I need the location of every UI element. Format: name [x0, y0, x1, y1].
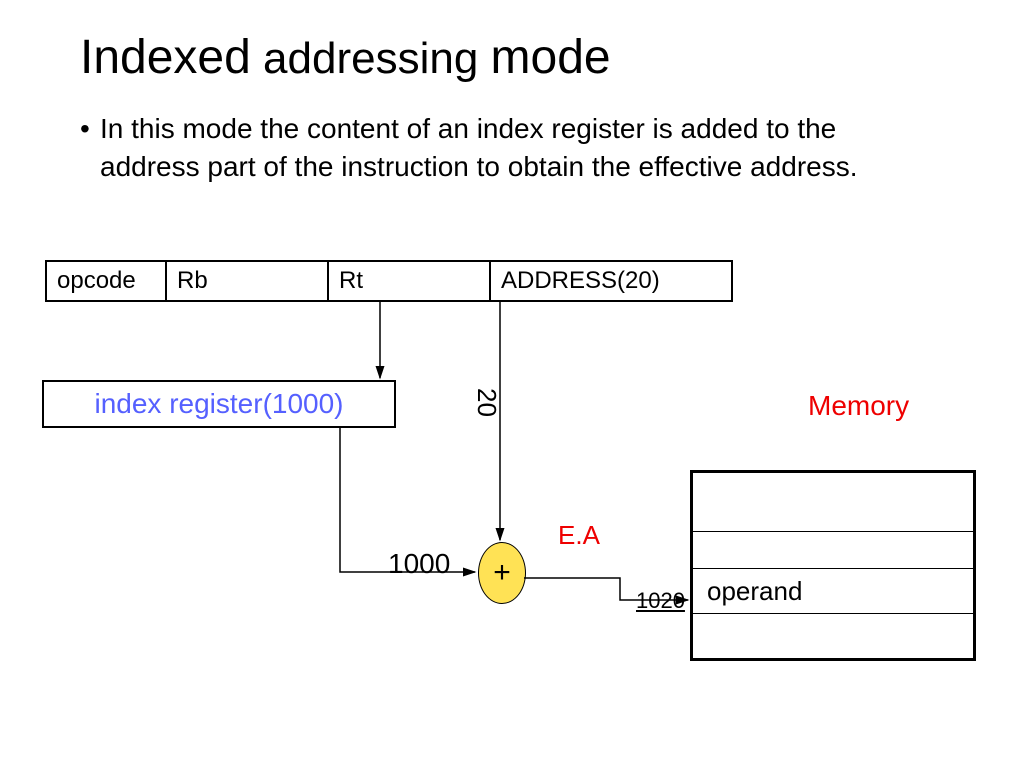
memory-row [693, 613, 973, 658]
label-index-value: 1000 [388, 548, 450, 580]
slide-title: Indexed addressing mode [80, 30, 611, 85]
memory-row-operand: operand [693, 568, 973, 613]
field-rt: Rt [329, 262, 491, 300]
field-opcode: opcode [47, 262, 167, 300]
memory-box: operand [690, 470, 976, 661]
memory-row [693, 473, 973, 531]
field-rb: Rb [167, 262, 329, 300]
memory-row [693, 531, 973, 568]
title-word-3: mode [491, 31, 611, 84]
label-effective-address: E.A [558, 520, 600, 551]
field-address: ADDRESS(20) [491, 262, 731, 300]
label-memory: Memory [808, 390, 909, 422]
label-address-value: 20 [471, 388, 502, 417]
description-bullet: In this mode the content of an index reg… [100, 110, 880, 186]
index-register-box: index register(1000) [42, 380, 396, 428]
label-result-address: 1020 [636, 588, 685, 614]
adder-node: + [478, 542, 526, 604]
instruction-format: opcode Rb Rt ADDRESS(20) [45, 260, 733, 302]
slide: Indexed addressing mode In this mode the… [0, 0, 1024, 768]
title-word-1: Indexed [80, 31, 251, 84]
title-word-2: addressing [263, 34, 478, 83]
